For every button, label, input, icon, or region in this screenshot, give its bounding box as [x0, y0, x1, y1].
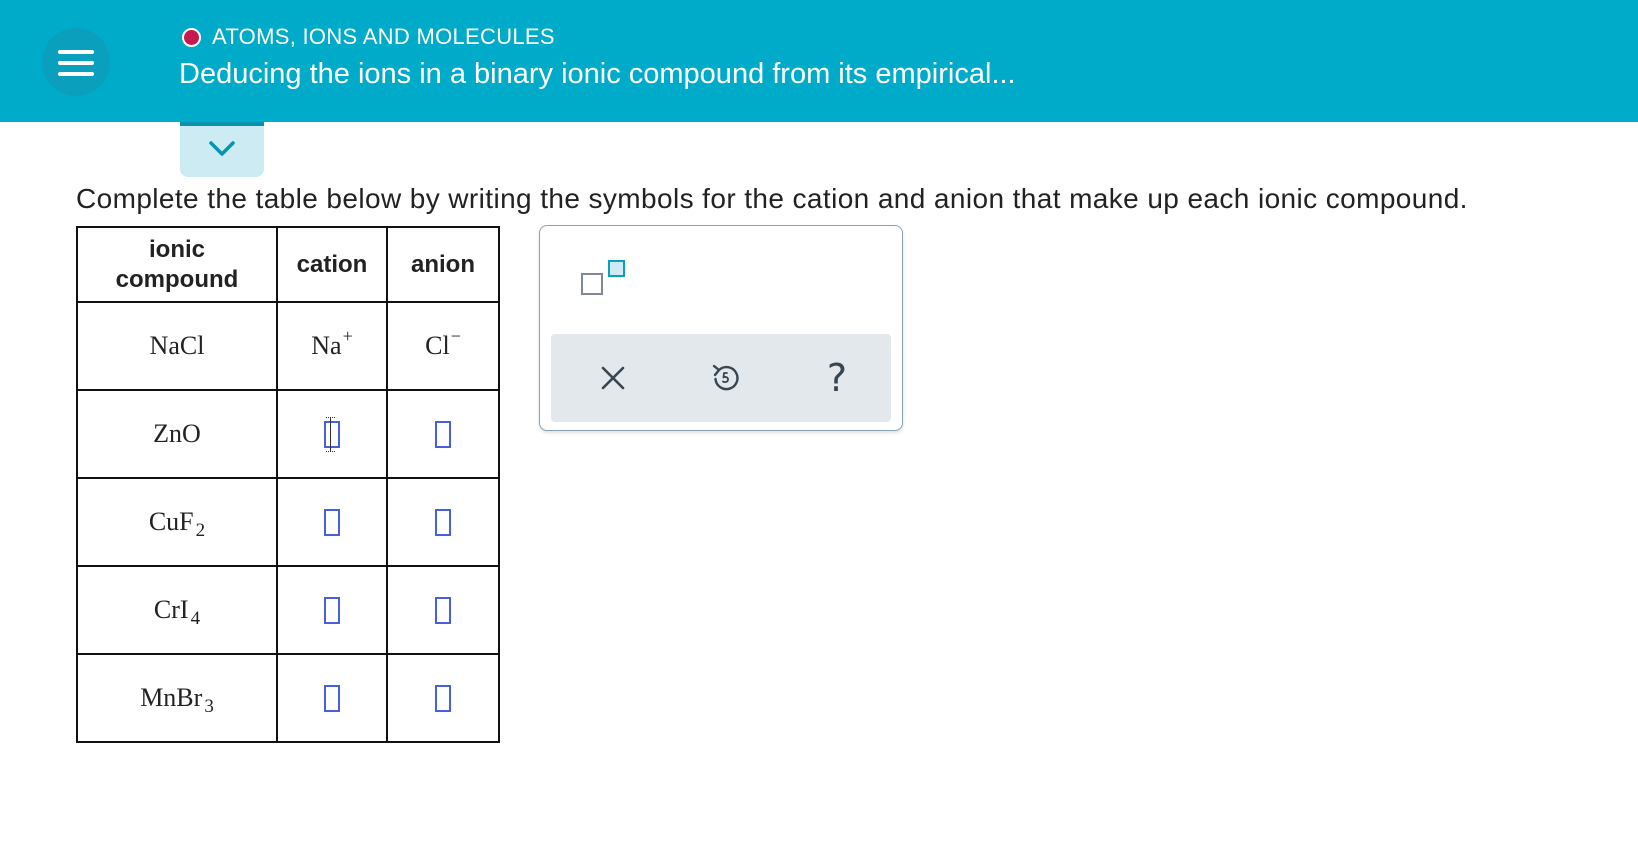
math-tool-panel: ? — [539, 225, 903, 431]
table-row: MnBr 3 — [76, 653, 500, 743]
topic-status-icon — [182, 27, 201, 47]
cation-input-box[interactable] — [324, 684, 340, 712]
compound-formula: CrI 4 — [153, 595, 201, 629]
cation-input-box[interactable] — [324, 596, 340, 624]
table-row: CrI 4 — [76, 565, 500, 655]
compound-cell: ZnO — [76, 389, 278, 479]
header-cation: cation — [276, 226, 388, 303]
compound-formula: CuF 2 — [148, 507, 206, 541]
superscript-slot-icon — [608, 260, 625, 277]
header-anion: anion — [386, 226, 500, 303]
anion-input-box[interactable] — [435, 420, 451, 448]
cation-input-box[interactable] — [324, 416, 340, 452]
anion-answer: Cl− — [425, 326, 461, 360]
menu-line — [58, 50, 94, 54]
undo-icon — [712, 364, 739, 391]
anion-cell[interactable]: Cl− — [386, 301, 500, 391]
menu-line — [58, 72, 94, 76]
superscript-button[interactable] — [578, 256, 638, 300]
cation-answer: Na+ — [311, 326, 353, 360]
anion-cell[interactable] — [386, 389, 500, 479]
anion-input-box[interactable] — [435, 684, 451, 712]
question-mark-icon: ? — [826, 356, 848, 400]
compound-cell: MnBr 3 — [76, 653, 278, 743]
anion-cell[interactable] — [386, 565, 500, 655]
anion-cell[interactable] — [386, 477, 500, 567]
header-compound-line2: compound — [115, 265, 239, 293]
compound-cell: CuF 2 — [76, 477, 278, 567]
compound-formula: NaCl — [149, 331, 205, 360]
superscript-box-icon — [581, 273, 603, 295]
cation-input-box[interactable] — [324, 508, 340, 536]
expand-header-button[interactable] — [180, 122, 264, 177]
header-ionic-compound: ionic compound — [76, 226, 278, 303]
page-title: Deducing the ions in a binary ionic comp… — [179, 58, 1016, 90]
compound-formula: ZnO — [153, 419, 201, 448]
compound-cell: NaCl — [76, 301, 278, 391]
question-instruction: Complete the table below by writing the … — [76, 183, 1468, 214]
topic-row: ATOMS, IONS AND MOLECULES — [182, 24, 555, 50]
anion-input-box[interactable] — [435, 596, 451, 624]
clear-button[interactable] — [595, 360, 631, 396]
table-row: CuF 2 — [76, 477, 500, 567]
x-icon — [601, 366, 625, 390]
anion-input-box[interactable] — [435, 508, 451, 536]
table-row: NaCl Na+ Cl− — [76, 301, 500, 391]
cation-cell[interactable]: Na+ — [276, 301, 388, 391]
cation-cell[interactable] — [276, 477, 388, 567]
action-bar: ? — [551, 334, 891, 422]
compound-formula: MnBr 3 — [140, 683, 214, 717]
cation-cell[interactable] — [276, 653, 388, 743]
undo-button[interactable] — [707, 360, 743, 396]
top-header-bar: ATOMS, IONS AND MOLECULES Deducing the i… — [0, 0, 1638, 122]
table-row: ZnO — [76, 389, 500, 479]
compound-cell: CrI 4 — [76, 565, 278, 655]
anion-cell[interactable] — [386, 653, 500, 743]
hamburger-menu-button[interactable] — [42, 28, 110, 96]
topic-label: ATOMS, IONS AND MOLECULES — [212, 24, 555, 49]
cation-cell[interactable] — [276, 565, 388, 655]
table-header-row: ionic compound cation anion — [76, 226, 500, 303]
help-button[interactable]: ? — [819, 356, 855, 400]
cation-cell[interactable] — [276, 389, 388, 479]
chevron-down-icon — [209, 141, 235, 156]
ions-table: ionic compound cation anion NaCl Na+ Cl−… — [76, 226, 500, 743]
menu-line — [58, 61, 94, 65]
header-compound-line1: ionic — [148, 235, 205, 263]
